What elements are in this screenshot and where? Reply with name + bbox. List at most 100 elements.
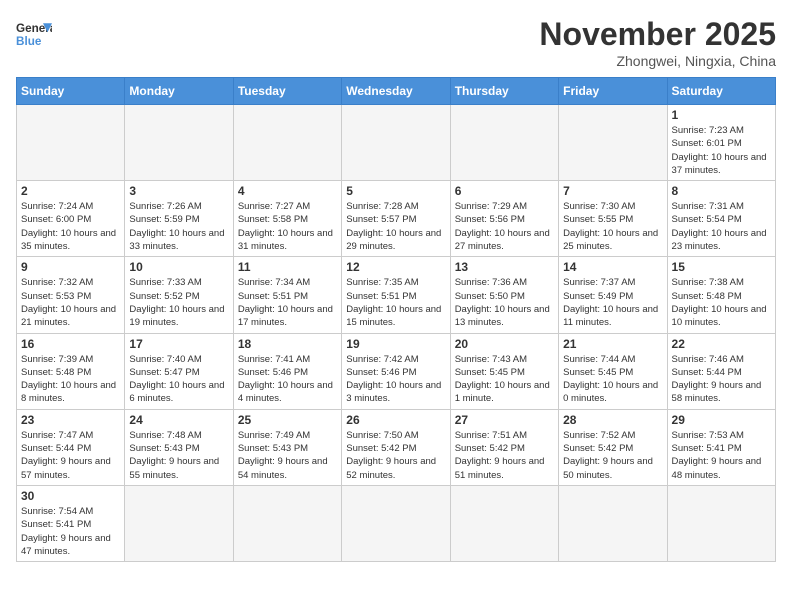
day-number: 26	[346, 413, 445, 427]
calendar-cell	[342, 105, 450, 181]
calendar-cell: 24 Sunrise: 7:48 AM Sunset: 5:43 PM Dayli…	[125, 409, 233, 485]
calendar-cell: 15Sunrise: 7:38 AM Sunset: 5:48 PM Dayli…	[667, 257, 775, 333]
day-number: 3	[129, 184, 228, 198]
day-info: Sunrise: 7:43 AM Sunset: 5:45 PM Dayligh…	[455, 353, 554, 406]
day-number: 27	[455, 413, 554, 427]
calendar-cell	[450, 485, 558, 561]
day-info: Sunrise: 7:32 AM Sunset: 5:53 PM Dayligh…	[21, 276, 120, 329]
calendar-cell: 8 Sunrise: 7:31 AM Sunset: 5:54 PM Daylig…	[667, 181, 775, 257]
day-info: Sunrise: 7:30 AM Sunset: 5:55 PM Dayligh…	[563, 200, 662, 253]
day-number: 20	[455, 337, 554, 351]
day-header-wednesday: Wednesday	[342, 78, 450, 105]
day-info: Sunrise: 7:54 AM Sunset: 5:41 PM Dayligh…	[21, 505, 120, 558]
day-info: Sunrise: 7:36 AM Sunset: 5:50 PM Dayligh…	[455, 276, 554, 329]
calendar-cell: 4 Sunrise: 7:27 AM Sunset: 5:58 PM Daylig…	[233, 181, 341, 257]
day-number: 5	[346, 184, 445, 198]
day-number: 11	[238, 260, 337, 274]
day-number: 23	[21, 413, 120, 427]
title-block: November 2025 Zhongwei, Ningxia, China	[539, 16, 776, 69]
calendar-cell: 2Sunrise: 7:24 AM Sunset: 6:00 PM Daylig…	[17, 181, 125, 257]
day-number: 19	[346, 337, 445, 351]
calendar-cell: 28 Sunrise: 7:52 AM Sunset: 5:42 PM Dayli…	[559, 409, 667, 485]
day-info: Sunrise: 7:34 AM Sunset: 5:51 PM Dayligh…	[238, 276, 337, 329]
calendar-cell	[125, 485, 233, 561]
day-info: Sunrise: 7:52 AM Sunset: 5:42 PM Dayligh…	[563, 429, 662, 482]
day-info: Sunrise: 7:48 AM Sunset: 5:43 PM Dayligh…	[129, 429, 228, 482]
calendar-cell: 22 Sunrise: 7:46 AM Sunset: 5:44 PM Dayli…	[667, 333, 775, 409]
day-number: 12	[346, 260, 445, 274]
day-info: Sunrise: 7:38 AM Sunset: 5:48 PM Dayligh…	[672, 276, 771, 329]
calendar-cell: 3Sunrise: 7:26 AM Sunset: 5:59 PM Daylig…	[125, 181, 233, 257]
day-header-saturday: Saturday	[667, 78, 775, 105]
day-info: Sunrise: 7:27 AM Sunset: 5:58 PM Dayligh…	[238, 200, 337, 253]
day-info: Sunrise: 7:41 AM Sunset: 5:46 PM Dayligh…	[238, 353, 337, 406]
calendar-cell	[17, 105, 125, 181]
day-number: 1	[672, 108, 771, 122]
day-info: Sunrise: 7:49 AM Sunset: 5:43 PM Dayligh…	[238, 429, 337, 482]
logo-icon: General Blue	[16, 16, 52, 52]
day-info: Sunrise: 7:24 AM Sunset: 6:00 PM Dayligh…	[21, 200, 120, 253]
calendar-header-row: SundayMondayTuesdayWednesdayThursdayFrid…	[17, 78, 776, 105]
day-number: 30	[21, 489, 120, 503]
calendar-cell	[559, 485, 667, 561]
day-info: Sunrise: 7:29 AM Sunset: 5:56 PM Dayligh…	[455, 200, 554, 253]
day-number: 21	[563, 337, 662, 351]
calendar-cell: 21 Sunrise: 7:44 AM Sunset: 5:45 PM Dayli…	[559, 333, 667, 409]
calendar-week-2: 2Sunrise: 7:24 AM Sunset: 6:00 PM Daylig…	[17, 181, 776, 257]
calendar-week-3: 9Sunrise: 7:32 AM Sunset: 5:53 PM Daylig…	[17, 257, 776, 333]
day-number: 17	[129, 337, 228, 351]
day-info: Sunrise: 7:35 AM Sunset: 5:51 PM Dayligh…	[346, 276, 445, 329]
calendar-cell: 16 Sunrise: 7:39 AM Sunset: 5:48 PM Dayli…	[17, 333, 125, 409]
day-info: Sunrise: 7:51 AM Sunset: 5:42 PM Dayligh…	[455, 429, 554, 482]
day-header-tuesday: Tuesday	[233, 78, 341, 105]
day-header-friday: Friday	[559, 78, 667, 105]
day-number: 22	[672, 337, 771, 351]
day-info: Sunrise: 7:47 AM Sunset: 5:44 PM Dayligh…	[21, 429, 120, 482]
calendar-cell: 30 Sunrise: 7:54 AM Sunset: 5:41 PM Dayli…	[17, 485, 125, 561]
calendar-cell: 26 Sunrise: 7:50 AM Sunset: 5:42 PM Dayli…	[342, 409, 450, 485]
calendar-cell: 17 Sunrise: 7:40 AM Sunset: 5:47 PM Dayli…	[125, 333, 233, 409]
calendar-cell	[342, 485, 450, 561]
day-number: 10	[129, 260, 228, 274]
day-info: Sunrise: 7:39 AM Sunset: 5:48 PM Dayligh…	[21, 353, 120, 406]
calendar-cell	[125, 105, 233, 181]
calendar-cell: 14Sunrise: 7:37 AM Sunset: 5:49 PM Dayli…	[559, 257, 667, 333]
calendar-cell: 11 Sunrise: 7:34 AM Sunset: 5:51 PM Dayli…	[233, 257, 341, 333]
day-info: Sunrise: 7:31 AM Sunset: 5:54 PM Dayligh…	[672, 200, 771, 253]
day-number: 25	[238, 413, 337, 427]
calendar-cell: 1Sunrise: 7:23 AM Sunset: 6:01 PM Daylig…	[667, 105, 775, 181]
calendar-cell: 9Sunrise: 7:32 AM Sunset: 5:53 PM Daylig…	[17, 257, 125, 333]
calendar-cell	[667, 485, 775, 561]
day-info: Sunrise: 7:42 AM Sunset: 5:46 PM Dayligh…	[346, 353, 445, 406]
svg-text:Blue: Blue	[16, 35, 42, 48]
day-number: 6	[455, 184, 554, 198]
day-number: 13	[455, 260, 554, 274]
day-info: Sunrise: 7:40 AM Sunset: 5:47 PM Dayligh…	[129, 353, 228, 406]
calendar-cell: 18 Sunrise: 7:41 AM Sunset: 5:46 PM Dayli…	[233, 333, 341, 409]
location: Zhongwei, Ningxia, China	[539, 53, 776, 69]
calendar-cell: 25 Sunrise: 7:49 AM Sunset: 5:43 PM Dayli…	[233, 409, 341, 485]
day-info: Sunrise: 7:28 AM Sunset: 5:57 PM Dayligh…	[346, 200, 445, 253]
day-info: Sunrise: 7:50 AM Sunset: 5:42 PM Dayligh…	[346, 429, 445, 482]
calendar-cell: 5 Sunrise: 7:28 AM Sunset: 5:57 PM Daylig…	[342, 181, 450, 257]
day-number: 16	[21, 337, 120, 351]
day-info: Sunrise: 7:44 AM Sunset: 5:45 PM Dayligh…	[563, 353, 662, 406]
day-number: 24	[129, 413, 228, 427]
calendar-cell: 19 Sunrise: 7:42 AM Sunset: 5:46 PM Dayli…	[342, 333, 450, 409]
calendar-cell: 29 Sunrise: 7:53 AM Sunset: 5:41 PM Dayli…	[667, 409, 775, 485]
day-info: Sunrise: 7:33 AM Sunset: 5:52 PM Dayligh…	[129, 276, 228, 329]
day-number: 8	[672, 184, 771, 198]
day-header-thursday: Thursday	[450, 78, 558, 105]
day-number: 4	[238, 184, 337, 198]
day-number: 28	[563, 413, 662, 427]
calendar-cell: 27 Sunrise: 7:51 AM Sunset: 5:42 PM Dayli…	[450, 409, 558, 485]
day-number: 18	[238, 337, 337, 351]
calendar-week-1: 1Sunrise: 7:23 AM Sunset: 6:01 PM Daylig…	[17, 105, 776, 181]
day-number: 29	[672, 413, 771, 427]
calendar-cell: 10 Sunrise: 7:33 AM Sunset: 5:52 PM Dayli…	[125, 257, 233, 333]
day-info: Sunrise: 7:46 AM Sunset: 5:44 PM Dayligh…	[672, 353, 771, 406]
page-header: General Blue November 2025 Zhongwei, Nin…	[16, 16, 776, 69]
day-info: Sunrise: 7:53 AM Sunset: 5:41 PM Dayligh…	[672, 429, 771, 482]
calendar-cell: 13 Sunrise: 7:36 AM Sunset: 5:50 PM Dayli…	[450, 257, 558, 333]
calendar-cell: 7Sunrise: 7:30 AM Sunset: 5:55 PM Daylig…	[559, 181, 667, 257]
